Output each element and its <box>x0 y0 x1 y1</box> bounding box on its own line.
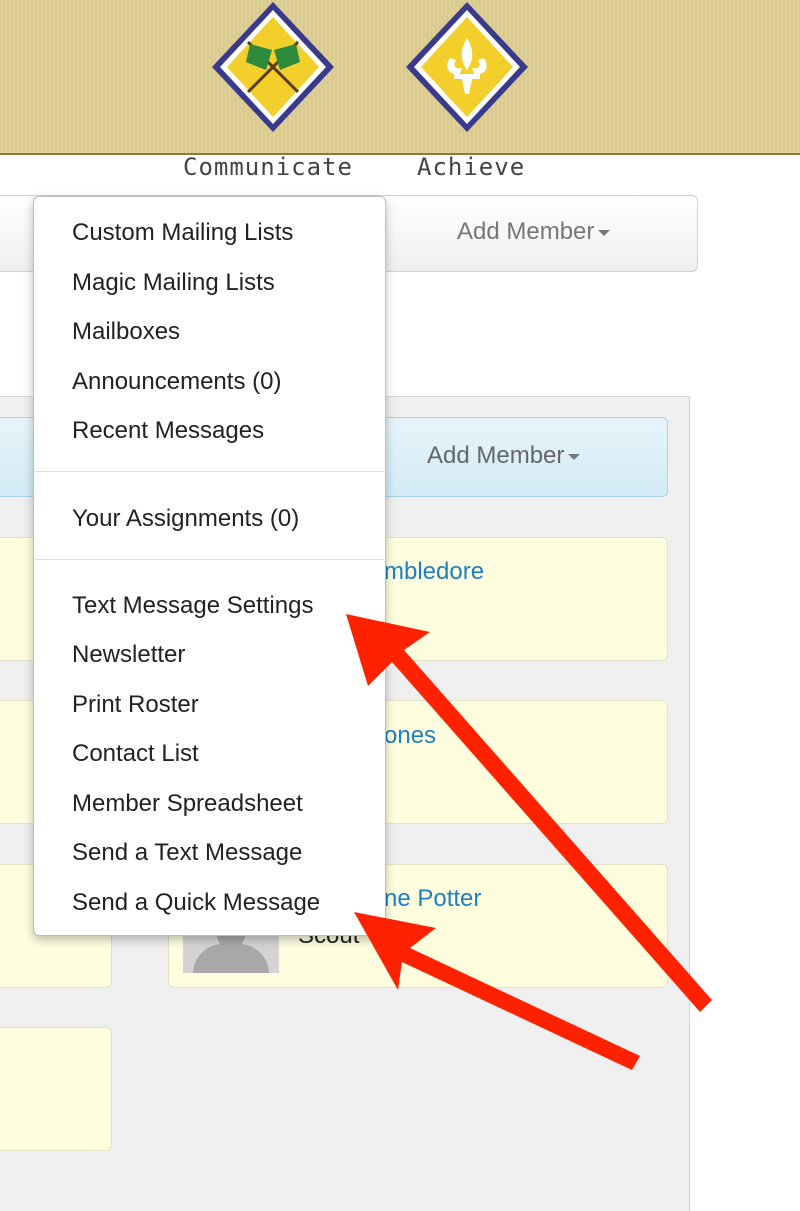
menu-item-text-message-settings[interactable]: Text Message Settings <box>72 592 313 620</box>
member-card-left-4[interactable] <box>0 1027 112 1151</box>
menu-divider <box>35 559 384 560</box>
member-name-link[interactable]: mbledore <box>384 558 484 586</box>
header-banner <box>0 0 800 155</box>
menu-item-custom-mailing-lists[interactable]: Custom Mailing Lists <box>72 219 293 247</box>
add-member-label-inner: Add Member <box>427 442 565 469</box>
menu-item-mailboxes[interactable]: Mailboxes <box>72 318 180 346</box>
add-member-label: Add Member <box>457 218 595 245</box>
caret-down-icon <box>598 229 611 236</box>
menu-item-magic-mailing-lists[interactable]: Magic Mailing Lists <box>72 269 275 297</box>
member-name-link[interactable]: ones <box>384 722 436 750</box>
tab-achieve[interactable]: Achieve <box>417 153 525 181</box>
menu-item-contact-list[interactable]: Contact List <box>72 740 199 768</box>
communicate-dropdown-menu: Custom Mailing Lists Magic Mailing Lists… <box>33 196 386 936</box>
caret-down-icon <box>568 453 581 460</box>
tab-communicate[interactable]: Communicate <box>183 153 353 181</box>
menu-item-member-spreadsheet[interactable]: Member Spreadsheet <box>72 790 303 818</box>
menu-item-send-text-message[interactable]: Send a Text Message <box>72 839 302 867</box>
achieve-badge-icon[interactable] <box>402 0 532 134</box>
menu-divider <box>35 471 384 472</box>
menu-item-recent-messages[interactable]: Recent Messages <box>72 417 264 445</box>
add-member-dropdown-inner[interactable]: Add Member <box>427 442 581 470</box>
menu-item-newsletter[interactable]: Newsletter <box>72 641 185 669</box>
member-name-link[interactable]: ne Potter <box>384 885 481 913</box>
menu-item-announcements[interactable]: Announcements (0) <box>72 368 281 396</box>
add-member-dropdown[interactable]: Add Member <box>457 218 611 246</box>
menu-item-print-roster[interactable]: Print Roster <box>72 691 199 719</box>
communicate-badge-icon[interactable] <box>208 0 338 134</box>
menu-item-your-assignments[interactable]: Your Assignments (0) <box>72 505 299 533</box>
menu-item-send-quick-message[interactable]: Send a Quick Message <box>72 889 320 917</box>
